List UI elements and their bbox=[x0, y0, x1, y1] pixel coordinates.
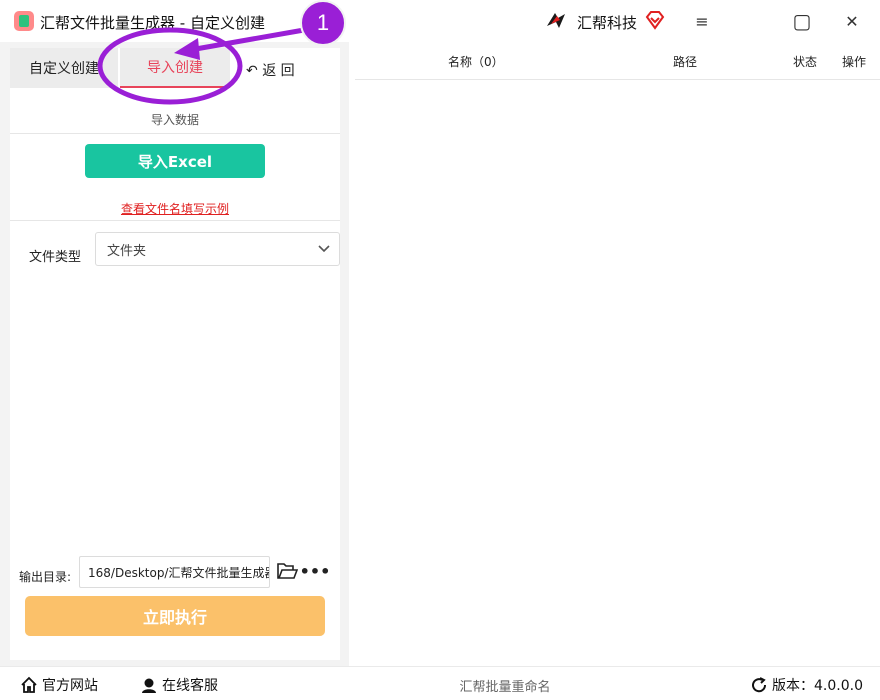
window-title: 汇帮文件批量生成器 - 自定义创建 bbox=[40, 14, 265, 32]
import-section-label: 导入数据 bbox=[150, 113, 199, 127]
folder-open-icon[interactable] bbox=[276, 560, 298, 582]
back-button[interactable]: ↶ 返 回 bbox=[246, 60, 295, 80]
divider bbox=[10, 133, 340, 134]
table-header: 名称（0） 路径 状态 操作 bbox=[355, 42, 880, 80]
app-window: 汇帮文件批量生成器 - 自定义创建 汇帮科技 ≡ ▢ ✕ 自定义创建 导入创建 … bbox=[0, 0, 880, 700]
run-now-button[interactable]: 立即执行 bbox=[25, 596, 325, 636]
menu-icon[interactable]: ≡ bbox=[689, 8, 715, 34]
refresh-icon[interactable] bbox=[750, 676, 768, 694]
version-label: 版本：4.0.0.0 bbox=[772, 678, 863, 694]
import-excel-button[interactable]: 导入Excel bbox=[85, 144, 265, 178]
column-path-header: 路径 bbox=[673, 55, 698, 69]
column-name-header: 名称（0） bbox=[448, 55, 504, 69]
column-action-header: 操作 bbox=[842, 55, 867, 69]
file-table: 名称（0） 路径 状态 操作 bbox=[355, 42, 880, 666]
vip-diamond-icon[interactable] bbox=[645, 10, 665, 30]
divider bbox=[10, 220, 340, 221]
app-logo-icon bbox=[14, 11, 34, 31]
more-options-button[interactable]: ••• bbox=[300, 560, 331, 582]
undo-icon: ↶ bbox=[246, 63, 258, 79]
filename-example-link[interactable]: 查看文件名填写示例 bbox=[10, 200, 340, 217]
output-dir-label: 输出目录: bbox=[19, 570, 72, 584]
title-bar: 汇帮文件批量生成器 - 自定义创建 汇帮科技 ≡ ▢ ✕ bbox=[0, 0, 880, 42]
brand-logo-icon bbox=[547, 13, 565, 28]
output-dir-field[interactable]: 168/Desktop/汇帮文件批量生成器 bbox=[79, 556, 270, 588]
column-status-header: 状态 bbox=[793, 55, 818, 69]
back-label: 返 回 bbox=[262, 63, 295, 79]
file-type-select[interactable]: 文件夹 bbox=[95, 232, 340, 266]
file-type-value: 文件夹 bbox=[107, 243, 147, 259]
chevron-down-icon bbox=[318, 245, 330, 253]
version-info: 版本：4.0.0.0 bbox=[750, 675, 863, 695]
brand-name: 汇帮科技 bbox=[577, 14, 638, 32]
left-panel: 自定义创建 导入创建 ↶ 返 回 导入数据 导入Excel 查看文件名填写示例 … bbox=[0, 42, 349, 666]
mode-tabs: 自定义创建 导入创建 ↶ 返 回 bbox=[10, 48, 340, 88]
step-number-badge: 1 bbox=[300, 0, 346, 46]
status-bar: 官方网站 在线客服 汇帮批量重命名 版本：4.0.0.0 bbox=[0, 666, 880, 700]
left-card: 自定义创建 导入创建 ↶ 返 回 导入数据 导入Excel 查看文件名填写示例 … bbox=[10, 48, 340, 660]
tab-import-create[interactable]: 导入创建 bbox=[120, 48, 230, 88]
footer-app-name: 汇帮批量重命名 bbox=[459, 680, 551, 695]
maximize-icon[interactable]: ▢ bbox=[789, 8, 815, 34]
tab-custom-create[interactable]: 自定义创建 bbox=[10, 48, 118, 88]
close-icon[interactable]: ✕ bbox=[839, 8, 865, 34]
file-type-label: 文件类型 bbox=[29, 250, 82, 265]
